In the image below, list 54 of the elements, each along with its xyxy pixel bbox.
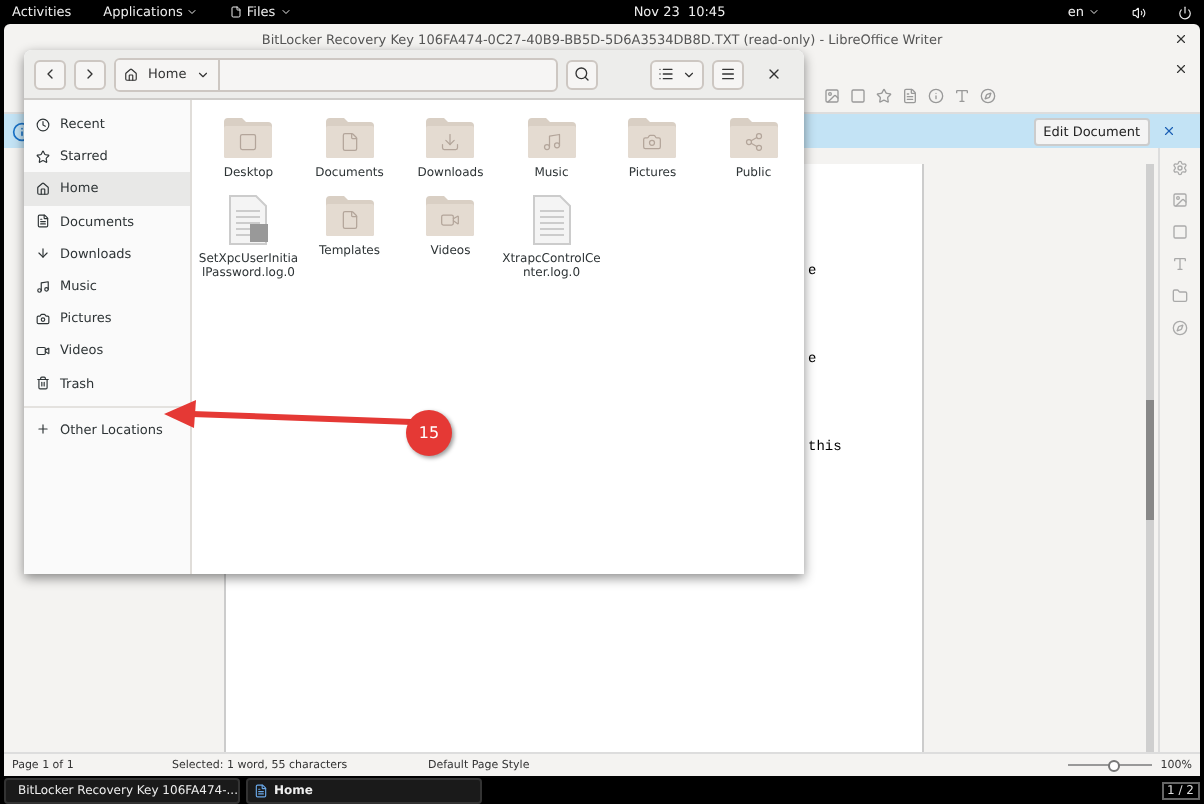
toolbar-icon[interactable] <box>954 88 970 104</box>
chevron-left-icon <box>42 66 58 82</box>
toolbar-icon[interactable] <box>928 88 944 104</box>
folder-icon <box>222 116 275 160</box>
folder-icon <box>525 116 578 160</box>
document-icon <box>254 783 268 797</box>
close-icon <box>765 66 781 82</box>
menu-icon <box>720 66 736 82</box>
volume-icon[interactable] <box>1132 5 1146 19</box>
video-icon <box>36 343 50 358</box>
document-icon <box>36 214 50 229</box>
list-icon <box>658 66 674 82</box>
power-icon[interactable] <box>1178 5 1192 19</box>
back-button[interactable] <box>34 59 66 89</box>
toolbar-icon[interactable] <box>980 88 996 104</box>
chevron-right-icon <box>82 66 98 82</box>
toolbar-icon[interactable] <box>824 88 840 104</box>
home-icon <box>36 181 50 196</box>
caret-icon <box>279 6 292 18</box>
sidebar-icon[interactable] <box>1172 160 1188 176</box>
toolbar-icon[interactable] <box>850 88 866 104</box>
text-file-icon <box>529 193 574 245</box>
folder-icon <box>424 193 477 237</box>
toolbar-icon[interactable] <box>902 88 918 104</box>
search-button[interactable] <box>566 59 598 89</box>
sidebar-icon[interactable] <box>1172 288 1188 304</box>
search-icon <box>574 66 590 82</box>
music-icon <box>36 279 50 294</box>
sidebar-icon[interactable] <box>1172 320 1188 336</box>
folder-icon <box>727 116 780 160</box>
sidebar-icon[interactable] <box>1172 256 1188 272</box>
menu-button[interactable] <box>712 59 744 89</box>
sidebar-icon[interactable] <box>1172 192 1188 208</box>
close-icon[interactable] <box>1174 32 1188 46</box>
caret-icon <box>186 6 199 18</box>
folder-icon <box>626 116 679 160</box>
plus-icon <box>36 422 50 437</box>
folder-icon <box>323 116 376 160</box>
toolbar-icon[interactable] <box>876 88 892 104</box>
sidebar-icon[interactable] <box>1172 224 1188 240</box>
folder-icon <box>323 193 376 237</box>
arrow-down-icon <box>36 246 50 261</box>
camera-icon <box>36 311 50 326</box>
folder-icon <box>424 116 477 160</box>
forward-button[interactable] <box>74 59 106 89</box>
locked-file-icon <box>226 193 271 245</box>
trash-icon <box>36 376 50 391</box>
caret-icon <box>682 67 696 81</box>
file-icon <box>230 6 243 18</box>
star-icon <box>36 149 50 164</box>
clock-icon <box>36 117 50 132</box>
close-icon[interactable] <box>1174 61 1188 75</box>
caret-icon <box>1088 6 1100 18</box>
view-toggle-button[interactable] <box>650 59 704 89</box>
